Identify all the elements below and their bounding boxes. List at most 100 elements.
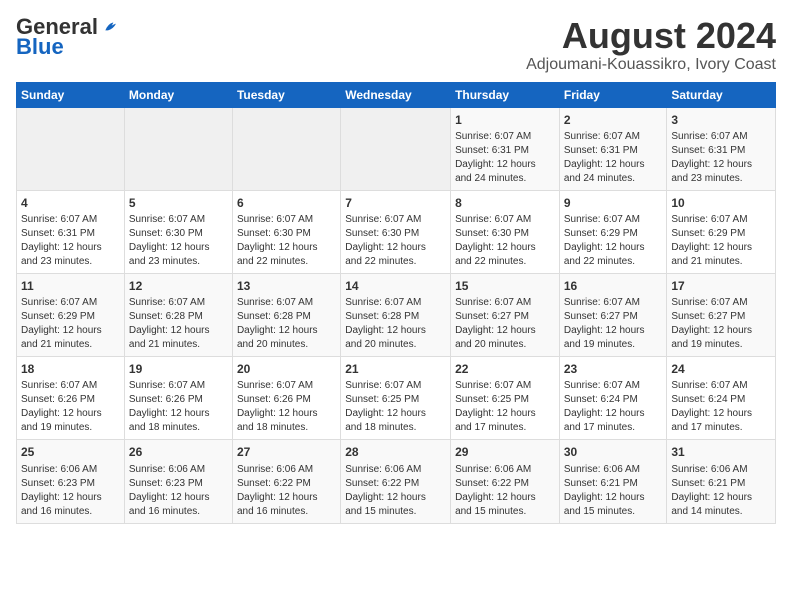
day-number: 6: [237, 195, 336, 211]
calendar-cell: 12 Sunrise: 6:07 AM Sunset: 6:28 PM Dayli…: [124, 273, 232, 356]
day-info: Sunrise: 6:06 AM Sunset: 6:21 PM Dayligh…: [564, 463, 663, 519]
day-number: 31: [671, 444, 771, 460]
calendar-cell: 8Sunrise: 6:07 AM Sunset: 6:30 PM Daylig…: [451, 190, 560, 273]
day-info: Sunrise: 6:07 AM Sunset: 6:24 PM Dayligh…: [671, 379, 771, 435]
day-info: Sunrise: 6:07 AM Sunset: 6:28 PM Dayligh…: [129, 296, 228, 352]
logo-blue: Blue: [16, 34, 64, 60]
day-info: Sunrise: 6:07 AM Sunset: 6:27 PM Dayligh…: [564, 296, 663, 352]
day-info: Sunrise: 6:07 AM Sunset: 6:31 PM Dayligh…: [455, 130, 555, 186]
day-number: 13: [237, 278, 336, 294]
day-info: Sunrise: 6:07 AM Sunset: 6:31 PM Dayligh…: [671, 130, 771, 186]
day-number: 15: [455, 278, 555, 294]
day-number: 3: [671, 112, 771, 128]
day-info: Sunrise: 6:06 AM Sunset: 6:23 PM Dayligh…: [21, 463, 120, 519]
day-info: Sunrise: 6:06 AM Sunset: 6:22 PM Dayligh…: [237, 463, 336, 519]
day-number: 12: [129, 278, 228, 294]
calendar-cell: 17Sunrise: 6:07 AM Sunset: 6:27 PM Dayli…: [667, 273, 776, 356]
day-number: 2: [564, 112, 663, 128]
logo-bird-icon: [100, 17, 120, 37]
day-info: Sunrise: 6:07 AM Sunset: 6:29 PM Dayligh…: [671, 213, 771, 269]
calendar-cell: 15 Sunrise: 6:07 AM Sunset: 6:27 PM Dayli…: [451, 273, 560, 356]
calendar-cell: [124, 107, 232, 190]
day-info: Sunrise: 6:07 AM Sunset: 6:24 PM Dayligh…: [564, 379, 663, 435]
calendar-cell: 20 Sunrise: 6:07 AM Sunset: 6:26 PM Dayli…: [232, 357, 340, 440]
day-number: 28: [345, 444, 446, 460]
day-info: Sunrise: 6:07 AM Sunset: 6:26 PM Dayligh…: [21, 379, 120, 435]
day-number: 30: [564, 444, 663, 460]
day-number: 26: [129, 444, 228, 460]
day-number: 25: [21, 444, 120, 460]
calendar-week-row: 11Sunrise: 6:07 AM Sunset: 6:29 PM Dayli…: [17, 273, 776, 356]
day-number: 19: [129, 361, 228, 377]
day-info: Sunrise: 6:07 AM Sunset: 6:25 PM Dayligh…: [455, 379, 555, 435]
calendar-cell: 2Sunrise: 6:07 AM Sunset: 6:31 PM Daylig…: [559, 107, 667, 190]
calendar-header-sunday: Sunday: [17, 82, 125, 107]
day-number: 21: [345, 361, 446, 377]
day-info: Sunrise: 6:07 AM Sunset: 6:26 PM Dayligh…: [237, 379, 336, 435]
calendar-cell: 11Sunrise: 6:07 AM Sunset: 6:29 PM Dayli…: [17, 273, 125, 356]
day-number: 14: [345, 278, 446, 294]
calendar-cell: 1 Sunrise: 6:07 AM Sunset: 6:31 PM Daylig…: [451, 107, 560, 190]
title-area: August 2024 Adjoumani-Kouassikro, Ivory …: [526, 16, 776, 74]
calendar-header-row: SundayMondayTuesdayWednesdayThursdayFrid…: [17, 82, 776, 107]
calendar-cell: 6 Sunrise: 6:07 AM Sunset: 6:30 PM Daylig…: [232, 190, 340, 273]
calendar-week-row: 4 Sunrise: 6:07 AM Sunset: 6:31 PM Daylig…: [17, 190, 776, 273]
calendar-cell: 22 Sunrise: 6:07 AM Sunset: 6:25 PM Dayli…: [451, 357, 560, 440]
calendar-cell: 30 Sunrise: 6:06 AM Sunset: 6:21 PM Dayli…: [559, 440, 667, 523]
day-info: Sunrise: 6:07 AM Sunset: 6:31 PM Dayligh…: [21, 213, 120, 269]
day-number: 4: [21, 195, 120, 211]
calendar-cell: 14 Sunrise: 6:07 AM Sunset: 6:28 PM Dayli…: [341, 273, 451, 356]
logo: General Blue: [16, 16, 120, 60]
day-number: 23: [564, 361, 663, 377]
day-number: 1: [455, 112, 555, 128]
day-info: Sunrise: 6:07 AM Sunset: 6:30 PM Dayligh…: [455, 213, 555, 269]
calendar-table: SundayMondayTuesdayWednesdayThursdayFrid…: [16, 82, 776, 524]
calendar-cell: 4 Sunrise: 6:07 AM Sunset: 6:31 PM Daylig…: [17, 190, 125, 273]
calendar-header-friday: Friday: [559, 82, 667, 107]
page-header: General Blue August 2024 Adjoumani-Kouas…: [16, 16, 776, 74]
day-info: Sunrise: 6:07 AM Sunset: 6:30 PM Dayligh…: [129, 213, 228, 269]
calendar-cell: 26Sunrise: 6:06 AM Sunset: 6:23 PM Dayli…: [124, 440, 232, 523]
day-number: 27: [237, 444, 336, 460]
calendar-header-tuesday: Tuesday: [232, 82, 340, 107]
day-number: 7: [345, 195, 446, 211]
day-info: Sunrise: 6:07 AM Sunset: 6:25 PM Dayligh…: [345, 379, 446, 435]
calendar-cell: 18Sunrise: 6:07 AM Sunset: 6:26 PM Dayli…: [17, 357, 125, 440]
day-number: 16: [564, 278, 663, 294]
day-number: 5: [129, 195, 228, 211]
calendar-cell: 9Sunrise: 6:07 AM Sunset: 6:29 PM Daylig…: [559, 190, 667, 273]
calendar-cell: 25 Sunrise: 6:06 AM Sunset: 6:23 PM Dayli…: [17, 440, 125, 523]
calendar-header-wednesday: Wednesday: [341, 82, 451, 107]
day-info: Sunrise: 6:07 AM Sunset: 6:28 PM Dayligh…: [345, 296, 446, 352]
day-info: Sunrise: 6:07 AM Sunset: 6:27 PM Dayligh…: [455, 296, 555, 352]
day-info: Sunrise: 6:07 AM Sunset: 6:30 PM Dayligh…: [237, 213, 336, 269]
calendar-cell: 19 Sunrise: 6:07 AM Sunset: 6:26 PM Dayli…: [124, 357, 232, 440]
day-info: Sunrise: 6:07 AM Sunset: 6:28 PM Dayligh…: [237, 296, 336, 352]
day-info: Sunrise: 6:07 AM Sunset: 6:26 PM Dayligh…: [129, 379, 228, 435]
calendar-cell: 23 Sunrise: 6:07 AM Sunset: 6:24 PM Dayli…: [559, 357, 667, 440]
day-info: Sunrise: 6:07 AM Sunset: 6:30 PM Dayligh…: [345, 213, 446, 269]
day-number: 10: [671, 195, 771, 211]
calendar-cell: 13 Sunrise: 6:07 AM Sunset: 6:28 PM Dayli…: [232, 273, 340, 356]
calendar-cell: 29Sunrise: 6:06 AM Sunset: 6:22 PM Dayli…: [451, 440, 560, 523]
day-info: Sunrise: 6:07 AM Sunset: 6:29 PM Dayligh…: [564, 213, 663, 269]
day-number: 11: [21, 278, 120, 294]
calendar-header-thursday: Thursday: [451, 82, 560, 107]
calendar-header-saturday: Saturday: [667, 82, 776, 107]
calendar-cell: 16 Sunrise: 6:07 AM Sunset: 6:27 PM Dayli…: [559, 273, 667, 356]
calendar-cell: [17, 107, 125, 190]
calendar-cell: 10 Sunrise: 6:07 AM Sunset: 6:29 PM Dayli…: [667, 190, 776, 273]
calendar-cell: 27 Sunrise: 6:06 AM Sunset: 6:22 PM Dayli…: [232, 440, 340, 523]
calendar-cell: 5 Sunrise: 6:07 AM Sunset: 6:30 PM Daylig…: [124, 190, 232, 273]
day-number: 22: [455, 361, 555, 377]
calendar-cell: [341, 107, 451, 190]
calendar-header-monday: Monday: [124, 82, 232, 107]
calendar-week-row: 1 Sunrise: 6:07 AM Sunset: 6:31 PM Daylig…: [17, 107, 776, 190]
day-info: Sunrise: 6:06 AM Sunset: 6:22 PM Dayligh…: [455, 463, 555, 519]
day-number: 20: [237, 361, 336, 377]
day-info: Sunrise: 6:06 AM Sunset: 6:21 PM Dayligh…: [671, 463, 771, 519]
location-subtitle: Adjoumani-Kouassikro, Ivory Coast: [526, 56, 776, 74]
calendar-cell: 21 Sunrise: 6:07 AM Sunset: 6:25 PM Dayli…: [341, 357, 451, 440]
calendar-week-row: 25 Sunrise: 6:06 AM Sunset: 6:23 PM Dayli…: [17, 440, 776, 523]
month-year-title: August 2024: [526, 16, 776, 56]
